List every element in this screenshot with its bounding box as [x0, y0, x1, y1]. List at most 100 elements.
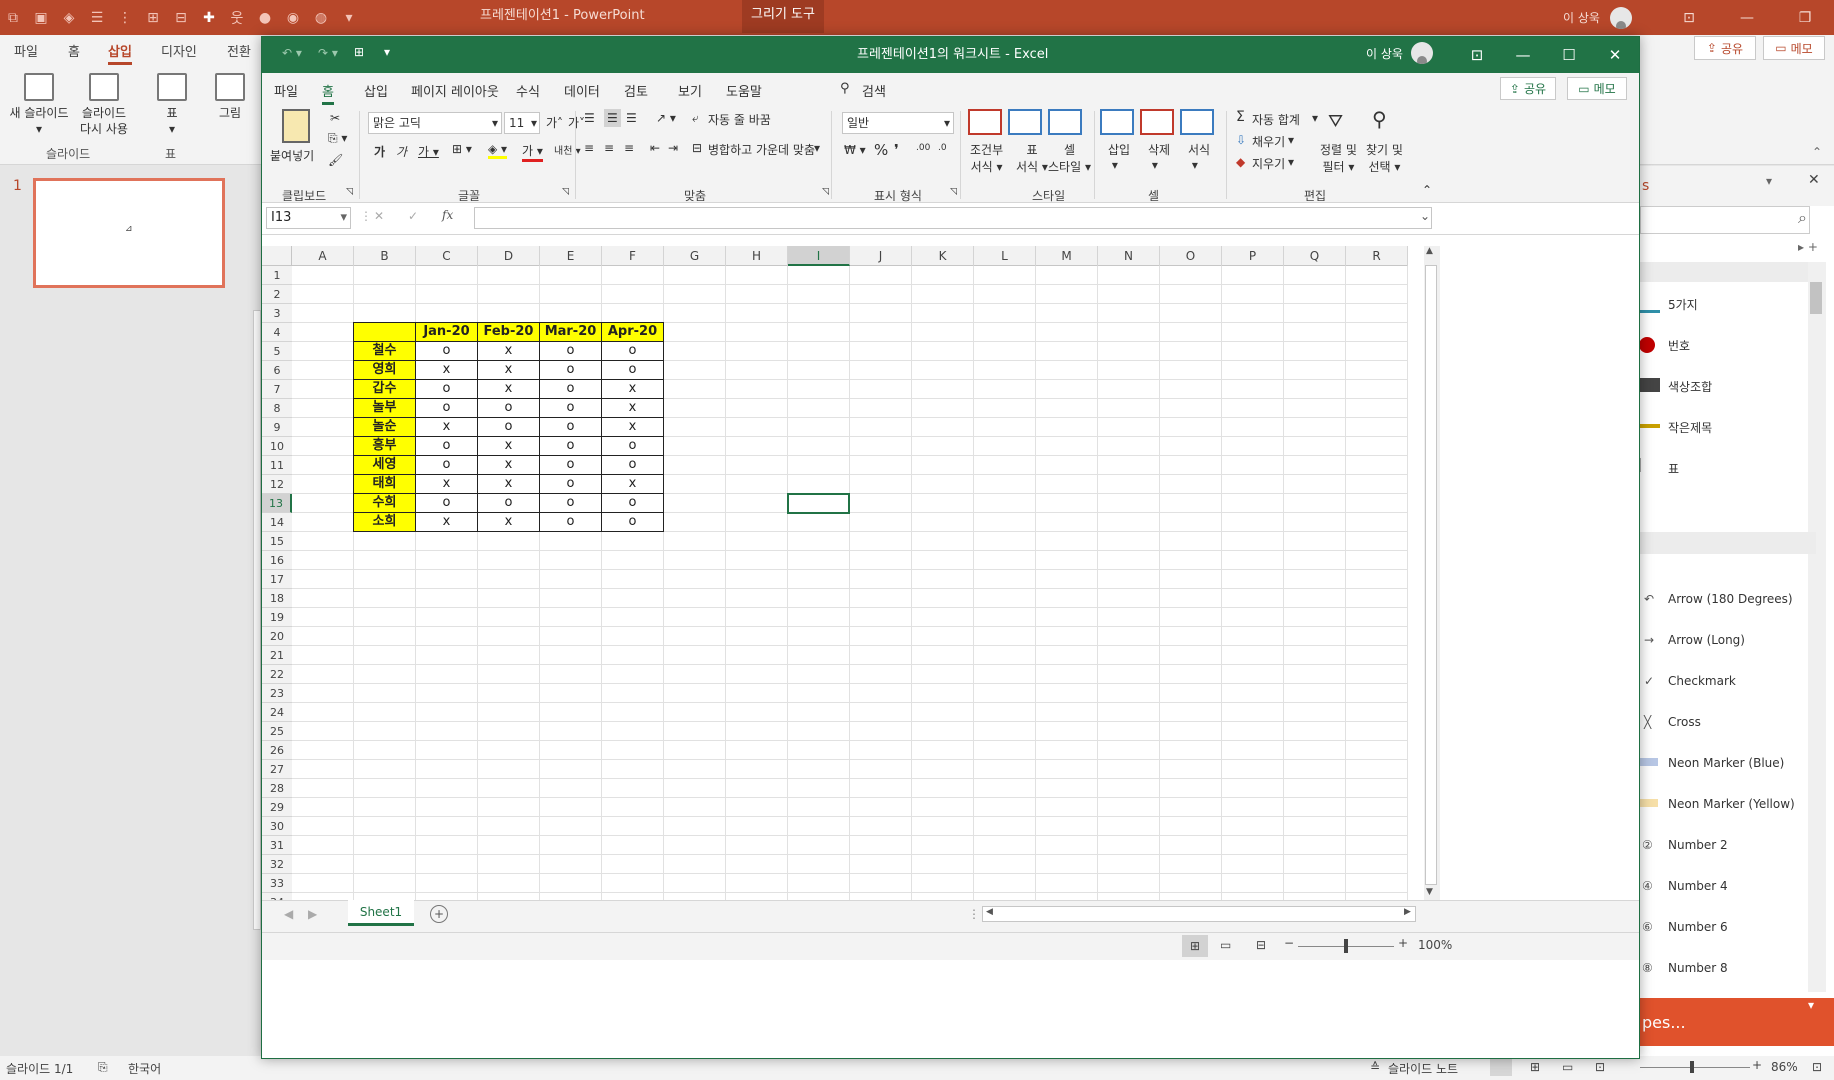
cell-styles-button[interactable]: 셀 스타일 ▾ [1048, 141, 1091, 175]
search-icon[interactable]: ⌕ [1798, 208, 1807, 228]
row-header-25[interactable]: 25 [262, 722, 292, 741]
minimize-icon[interactable]: — [1500, 37, 1546, 73]
tell-me-search[interactable]: 검색 [862, 81, 886, 100]
row-header-23[interactable]: 23 [262, 684, 292, 703]
column-header-i[interactable]: I [788, 246, 850, 266]
customize-icon[interactable]: ▾ [340, 9, 358, 27]
bold-icon[interactable]: 가 [374, 143, 385, 160]
column-header-o[interactable]: O [1160, 246, 1222, 266]
row-header-17[interactable]: 17 [262, 570, 292, 589]
table-value-cell[interactable]: o [539, 417, 602, 437]
ppt-share-button[interactable]: ⇪ 공유 [1694, 36, 1756, 60]
name-box[interactable]: I13 ▾ [266, 207, 351, 229]
shapes-pane-scroll-thumb[interactable] [1810, 282, 1822, 314]
slide-sorter-icon[interactable]: ⊞ [1530, 1060, 1540, 1074]
next-sheet-icon[interactable]: ▶ [308, 907, 317, 921]
table-value-cell[interactable]: o [477, 493, 540, 513]
number-format-select[interactable]: 일반 ▾ [842, 112, 954, 134]
scroll-right-icon[interactable]: ▶ [1404, 907, 1411, 917]
row-header-15[interactable]: 15 [262, 532, 292, 551]
shape-item-cross[interactable]: Cross [1668, 715, 1701, 729]
row-header-6[interactable]: 6 [262, 361, 292, 380]
table-value-cell[interactable]: x [477, 379, 540, 399]
row-header-18[interactable]: 18 [262, 589, 292, 608]
underline-icon[interactable]: 가 ▾ [418, 143, 439, 160]
shape-item-4[interactable]: 표 [1668, 460, 1679, 477]
align-right-icon[interactable]: ≡ [624, 141, 634, 155]
column-header-c[interactable]: C [416, 246, 478, 266]
row-header-19[interactable]: 19 [262, 608, 292, 627]
ribbon-display-icon[interactable]: ⊡ [1660, 0, 1718, 35]
cell-styles-icon[interactable] [1048, 109, 1082, 135]
tab-view[interactable]: 보기 [678, 81, 702, 100]
table-value-cell[interactable]: o [415, 493, 478, 513]
chevron-down-icon[interactable]: ▾ [1288, 155, 1294, 169]
expand-icon[interactable]: ▸ + [1798, 240, 1818, 254]
table-value-cell[interactable]: x [415, 474, 478, 494]
vertical-scroll-thumb[interactable] [1425, 265, 1437, 885]
table-header-cell[interactable]: Mar-20 [539, 322, 602, 342]
shape-item-neon-yellow[interactable]: Neon Marker (Yellow) [1668, 797, 1795, 811]
table-value-cell[interactable]: x [601, 474, 664, 494]
table-value-cell[interactable]: o [415, 341, 478, 361]
drawing-tools-context-tab[interactable]: 그리기 도구 [742, 0, 824, 33]
row-header-11[interactable]: 11 [262, 456, 292, 475]
number-launcher-icon[interactable]: ◹ [950, 187, 957, 197]
active-cell-selection[interactable] [787, 493, 850, 514]
table-row-name-cell[interactable]: 놀부 [353, 398, 416, 418]
merge-center-button[interactable]: 병합하고 가운데 맞춤 [708, 141, 815, 158]
table-value-cell[interactable]: o [601, 436, 664, 456]
row-header-24[interactable]: 24 [262, 703, 292, 722]
table-corner-cell[interactable] [353, 322, 416, 342]
row-header-34[interactable]: 34 [262, 893, 292, 900]
row-header-22[interactable]: 22 [262, 665, 292, 684]
table-value-cell[interactable]: x [415, 417, 478, 437]
restore-icon[interactable]: ❐ [1776, 0, 1834, 35]
table-value-cell[interactable]: o [415, 455, 478, 475]
column-header-h[interactable]: H [726, 246, 788, 266]
align-center-icon[interactable]: ≡ [604, 141, 614, 155]
font-size-select[interactable]: 11 ▾ [504, 112, 540, 134]
insert-function-icon[interactable]: fx [442, 208, 453, 222]
table-value-cell[interactable]: x [415, 360, 478, 380]
font-launcher-icon[interactable]: ◹ [562, 187, 569, 197]
fit-slide-icon[interactable]: ⊡ [1812, 1060, 1822, 1074]
more-shapes-button[interactable]: pes... [1640, 998, 1834, 1046]
table-value-cell[interactable]: x [601, 398, 664, 418]
splitter-icon[interactable]: ⋮ [968, 907, 980, 921]
row-header-32[interactable]: 32 [262, 855, 292, 874]
row-header-30[interactable]: 30 [262, 817, 292, 836]
shape-item-3[interactable]: 작은제목 [1668, 419, 1712, 436]
sort-filter-icon[interactable]: ⛛ [1328, 111, 1343, 132]
shapes-search-input[interactable] [1640, 206, 1810, 234]
tab-home[interactable]: 홈 [322, 81, 334, 105]
chevron-down-icon[interactable]: ▾ [1808, 998, 1814, 1012]
normal-view-icon[interactable]: ⊞ [1182, 935, 1208, 957]
circle2-icon[interactable]: ◍ [312, 9, 330, 27]
table-row-name-cell[interactable]: 태희 [353, 474, 416, 494]
column-header-k[interactable]: K [912, 246, 974, 266]
ppt-tab-home[interactable]: 홈 [68, 41, 80, 60]
row-header-8[interactable]: 8 [262, 399, 292, 418]
table-header-cell[interactable]: Jan-20 [415, 322, 478, 342]
column-header-n[interactable]: N [1098, 246, 1160, 266]
tab-data[interactable]: 데이터 [564, 81, 600, 100]
excel-user[interactable]: 이 상욱 [1366, 42, 1433, 64]
shape-item-neon-blue[interactable]: Neon Marker (Blue) [1668, 756, 1784, 770]
add-sheet-icon[interactable]: + [430, 905, 448, 923]
table-value-cell[interactable]: o [539, 474, 602, 494]
table-value-cell[interactable]: x [477, 512, 540, 532]
decrease-decimal-icon[interactable]: .0 [938, 143, 947, 153]
row-header-28[interactable]: 28 [262, 779, 292, 798]
table-value-cell[interactable]: x [601, 379, 664, 399]
row-header-10[interactable]: 10 [262, 437, 292, 456]
scroll-left-icon[interactable]: ◀ [986, 907, 993, 917]
row-header-26[interactable]: 26 [262, 741, 292, 760]
column-header-b[interactable]: B [354, 246, 416, 266]
find-select-icon[interactable]: ⚲ [1372, 107, 1387, 131]
table-row-name-cell[interactable]: 세영 [353, 455, 416, 475]
zoom-slider[interactable] [1640, 1067, 1750, 1068]
undo-icon[interactable]: ↶ ▾ [282, 46, 302, 60]
borders-icon[interactable]: ⊞ ▾ [452, 142, 472, 156]
table-value-cell[interactable]: o [601, 493, 664, 513]
